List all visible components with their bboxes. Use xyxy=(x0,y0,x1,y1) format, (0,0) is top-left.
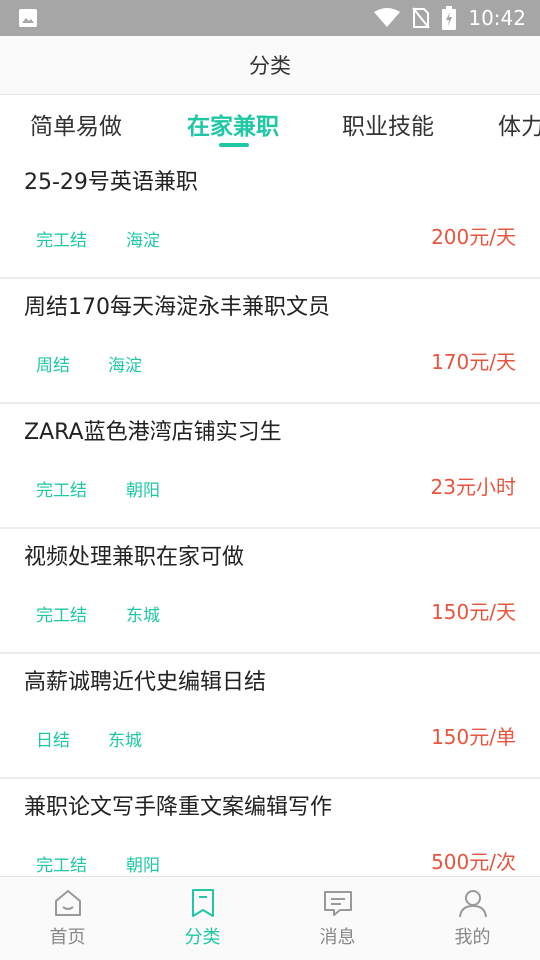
job-pay: 170元/天 xyxy=(431,350,516,374)
nav-home[interactable]: 首页 xyxy=(0,877,135,960)
job-title: 高薪诚聘近代史编辑日结 xyxy=(24,670,267,695)
status-time: 10:42 xyxy=(468,6,526,30)
job-tag-payment: 周结 xyxy=(36,356,70,376)
job-tag-district: 朝阳 xyxy=(126,481,160,501)
user-icon xyxy=(457,887,489,919)
job-tag-payment: 完工结 xyxy=(36,606,87,626)
home-icon xyxy=(52,887,84,919)
message-icon xyxy=(322,887,354,919)
job-card[interactable]: 兼职论文写手降重文案编辑写作 完工结 朝阳 500元/次 xyxy=(0,779,540,876)
job-title: 兼职论文写手降重文案编辑写作 xyxy=(24,795,333,820)
nav-messages[interactable]: 消息 xyxy=(270,877,405,960)
job-title: 视频处理兼职在家可做 xyxy=(24,545,245,570)
nav-profile-label: 我的 xyxy=(454,927,491,948)
job-card[interactable]: 25-29号英语兼职 完工结 海淀 200元/天 xyxy=(0,154,540,279)
job-tag-district: 东城 xyxy=(108,731,142,751)
job-card[interactable]: ZARA蓝色港湾店铺实习生 完工结 朝阳 23元小时 xyxy=(0,404,540,529)
job-tag-payment: 完工结 xyxy=(36,481,87,501)
job-card[interactable]: 周结170每天海淀永丰兼职文员 周结 海淀 170元/天 xyxy=(0,279,540,404)
nav-category[interactable]: 分类 xyxy=(135,877,270,960)
job-pay: 500元/次 xyxy=(431,850,516,874)
tab-work-from-home[interactable]: 在家兼职 xyxy=(187,107,279,141)
job-title: 25-29号英语兼职 xyxy=(24,170,198,195)
tab-vocational-skills[interactable]: 职业技能 xyxy=(342,107,434,141)
battery-charging-icon xyxy=(442,6,457,30)
job-card[interactable]: 高薪诚聘近代史编辑日结 日结 东城 150元/单 xyxy=(0,654,540,779)
job-tag-payment: 日结 xyxy=(36,731,70,751)
tab-simple[interactable]: 简单易做 xyxy=(30,107,122,141)
job-tag-payment: 完工结 xyxy=(36,231,87,251)
image-icon xyxy=(18,8,38,28)
job-pay: 23元小时 xyxy=(430,475,516,499)
job-card[interactable]: 视频处理兼职在家可做 完工结 东城 150元/天 xyxy=(0,529,540,654)
job-tag-district: 海淀 xyxy=(108,356,142,376)
job-pay: 150元/单 xyxy=(431,725,516,749)
wifi-icon xyxy=(374,8,401,28)
job-tag-district: 朝阳 xyxy=(126,856,160,876)
status-bar: 10:42 xyxy=(0,0,540,36)
bookmark-icon xyxy=(187,887,219,919)
nav-messages-label: 消息 xyxy=(319,927,356,948)
bottom-nav: 首页 分类 消息 我的 xyxy=(0,876,540,960)
no-sim-icon xyxy=(412,7,431,29)
job-tag-payment: 完工结 xyxy=(36,856,87,876)
nav-category-label: 分类 xyxy=(184,927,221,948)
job-pay: 150元/天 xyxy=(431,600,516,624)
header: 分类 xyxy=(0,36,540,94)
page-title: 分类 xyxy=(249,54,291,78)
job-pay: 200元/天 xyxy=(431,225,516,249)
nav-profile[interactable]: 我的 xyxy=(405,877,540,960)
job-title: ZARA蓝色港湾店铺实习生 xyxy=(24,420,282,445)
job-title: 周结170每天海淀永丰兼职文员 xyxy=(24,295,330,320)
job-list[interactable]: 25-29号英语兼职 完工结 海淀 200元/天 周结170每天海淀永丰兼职文员… xyxy=(0,154,540,876)
nav-home-label: 首页 xyxy=(49,927,86,948)
job-tag-district: 海淀 xyxy=(126,231,160,251)
category-tabs[interactable]: 简单易做 在家兼职 职业技能 体力 xyxy=(0,94,540,154)
tab-indicator xyxy=(219,143,249,147)
tab-physical[interactable]: 体力 xyxy=(498,107,540,141)
job-tag-district: 东城 xyxy=(126,606,160,626)
